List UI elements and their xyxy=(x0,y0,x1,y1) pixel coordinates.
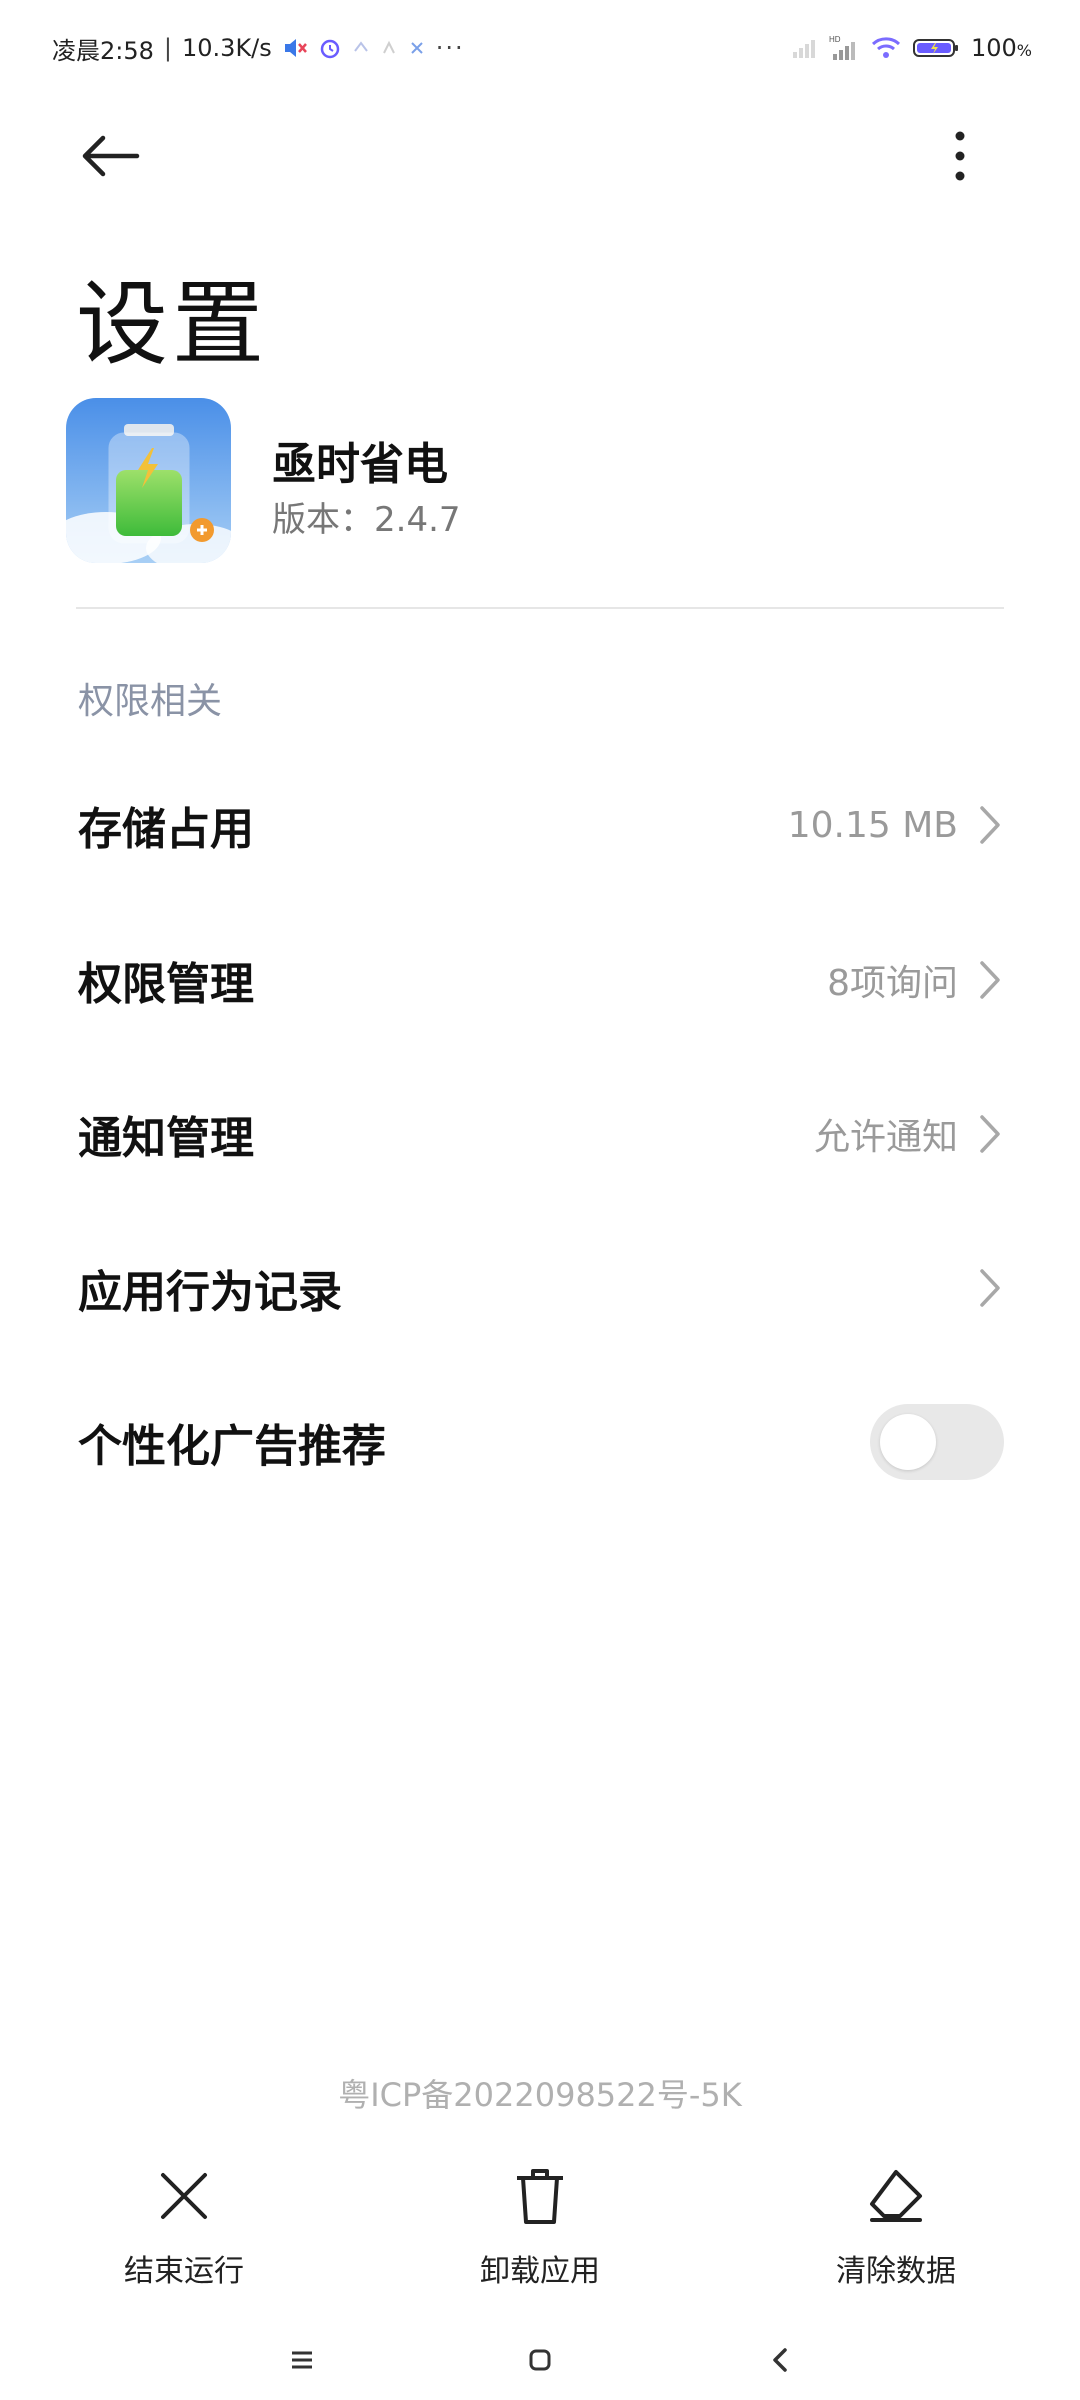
battery-icon xyxy=(912,36,959,60)
battery-percent: 100% xyxy=(970,34,1032,62)
alarm-icon xyxy=(318,36,342,60)
app-name: 亟时省电 xyxy=(272,439,448,490)
row-app-behavior-log[interactable]: 应用行为记录 xyxy=(0,1218,1080,1358)
action-label: 卸载应用 xyxy=(480,2254,600,2289)
signal-icon-hd: HD xyxy=(829,34,859,62)
row-label: 个性化广告推荐 xyxy=(78,1421,386,1472)
row-value: 8项询问 xyxy=(827,963,958,1004)
row-label: 权限管理 xyxy=(78,959,254,1010)
chevron-right-icon xyxy=(976,958,1004,1002)
action-label: 清除数据 xyxy=(836,2254,956,2289)
mute-icon xyxy=(282,36,308,60)
arrow-left-icon xyxy=(82,135,140,177)
status-time: 凌晨2:58 xyxy=(52,36,154,65)
more-notifications-icon: ··· xyxy=(435,34,465,62)
chevron-right-icon xyxy=(976,803,1004,847)
app-version: 版本：2.4.7 xyxy=(272,500,461,540)
status-bar-right: HD 100% xyxy=(791,28,1032,68)
row-storage[interactable]: 存储占用 10.15 MB xyxy=(0,755,1080,895)
more-vertical-icon xyxy=(955,131,965,181)
more-options-button[interactable] xyxy=(930,118,990,194)
back-chevron-icon xyxy=(773,2348,787,2372)
home-square-icon xyxy=(529,2349,551,2371)
eraser-icon xyxy=(860,2160,932,2232)
section-title: 权限相关 xyxy=(78,681,223,722)
clear-data-button[interactable]: 清除数据 xyxy=(776,2160,1016,2290)
status-bar-left: 凌晨2:58 | 10.3K/s ··· xyxy=(52,28,465,68)
back-nav-button[interactable] xyxy=(740,2340,820,2380)
row-label: 存储占用 xyxy=(78,804,254,855)
svg-text:HD: HD xyxy=(829,35,841,44)
menu-icon xyxy=(292,2351,312,2369)
app-icon xyxy=(66,398,231,563)
trash-icon xyxy=(504,2160,576,2232)
close-icon xyxy=(148,2160,220,2232)
notification-icon-3 xyxy=(408,39,426,57)
row-notifications[interactable]: 通知管理 允许通知 xyxy=(0,1064,1080,1204)
wifi-icon xyxy=(871,36,901,60)
status-separator: | xyxy=(163,34,172,62)
icp-license: 粤ICP备2022098522号-5K xyxy=(338,2076,742,2114)
uninstall-button[interactable]: 卸载应用 xyxy=(420,2160,660,2290)
row-value: 10.15 MB xyxy=(787,804,958,846)
chevron-right-icon xyxy=(976,1112,1004,1156)
signal-icon-sim1 xyxy=(791,36,817,60)
home-button[interactable] xyxy=(500,2340,580,2380)
chevron-right-icon xyxy=(976,1266,1004,1310)
toggle-knob xyxy=(880,1414,936,1470)
page-title: 设置 xyxy=(76,271,269,378)
back-button[interactable] xyxy=(72,118,148,194)
network-speed: 10.3K/s xyxy=(182,34,272,62)
divider xyxy=(76,607,1004,609)
row-personalized-ads: 个性化广告推荐 xyxy=(0,1372,1080,1512)
notification-icon-1 xyxy=(352,39,370,57)
notification-icon-2 xyxy=(380,39,398,57)
row-label: 通知管理 xyxy=(78,1113,254,1164)
row-label: 应用行为记录 xyxy=(78,1267,342,1318)
personalized-ads-toggle[interactable] xyxy=(870,1404,1004,1480)
row-value: 允许通知 xyxy=(813,1117,958,1158)
recent-apps-button[interactable] xyxy=(262,2340,342,2380)
row-permissions[interactable]: 权限管理 8项询问 xyxy=(0,910,1080,1050)
action-label: 结束运行 xyxy=(124,2254,244,2289)
force-stop-button[interactable]: 结束运行 xyxy=(64,2160,304,2290)
